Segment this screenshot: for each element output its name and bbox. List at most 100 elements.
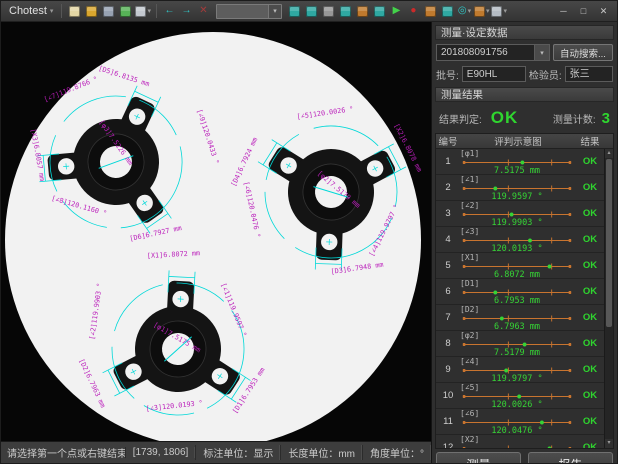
camera-icon (357, 6, 368, 17)
maximize-button[interactable]: □ (575, 4, 592, 19)
row-diagram: [φ2]7.5179 mm (460, 331, 576, 356)
open-folder-icon[interactable] (84, 4, 99, 19)
import-icon[interactable] (101, 4, 116, 19)
undo-arrow-icon[interactable]: ← (162, 4, 177, 19)
layout-icon[interactable]: ▾ (474, 4, 490, 19)
record-icon: ● (410, 6, 416, 16)
status-message: 请选择第一个点或右键结束 (1, 445, 125, 460)
row-diagram: [∠3]120.0193 ° (460, 227, 576, 252)
result-section-header: 测量结果 (435, 87, 614, 102)
table-row[interactable]: 9[∠4]119.9797 °OK (436, 357, 613, 383)
row-number: 9 (436, 357, 460, 382)
row-number: 6 (436, 279, 460, 304)
result-badge: OK (576, 357, 604, 382)
result-badge: OK (576, 305, 604, 330)
app-menu[interactable]: Chotest▾ (6, 4, 56, 18)
measure-button[interactable]: 测量 (436, 452, 521, 464)
table-row[interactable]: 10[∠5]120.0026 °OK (436, 383, 613, 409)
table-row[interactable]: 7[D2]6.7963 mmOK (436, 305, 613, 331)
circle-tool-icon[interactable]: ◎▾ (457, 4, 472, 19)
chevron-down-icon: ▾ (486, 8, 490, 15)
inspector-input[interactable]: 张三 (565, 66, 613, 82)
chevron-down-icon: ▾ (147, 8, 151, 15)
table-row[interactable]: 8[φ2]7.5179 mmOK (436, 331, 613, 357)
length-unit-status: 长度单位：mm (280, 445, 362, 460)
table-row[interactable]: 6[D1]6.7953 mmOK (436, 279, 613, 305)
measurement-value: 120.0476 ° (460, 427, 574, 435)
report-button[interactable]: 报告 (528, 452, 613, 464)
scrollbar-thumb[interactable] (606, 159, 612, 327)
image-icon[interactable] (287, 4, 302, 19)
edit-program-icon[interactable] (118, 4, 133, 19)
pick-point-icon (425, 6, 436, 17)
measured-value-marker (528, 239, 532, 243)
save-icon (135, 6, 146, 17)
toolbar-separator (61, 4, 62, 18)
chevron-down-icon[interactable]: ▾ (268, 5, 281, 18)
row-diagram: [∠6] 120.0476 ° (460, 409, 576, 434)
scroll-up-icon[interactable]: ▴ (605, 149, 613, 158)
row-number: 11 (436, 409, 460, 434)
table-row[interactable]: 4[∠3]120.0193 °OK (436, 227, 613, 253)
row-diagram: [∠2] 119.9903 ° (460, 201, 576, 226)
camera-icon[interactable] (355, 4, 370, 19)
image-icon (289, 6, 300, 17)
window-controls: ─□✕ (555, 4, 612, 19)
batch-input[interactable]: E90HL (462, 66, 526, 82)
result-badge: OK (576, 227, 604, 252)
chevron-down-icon: ▾ (50, 7, 54, 15)
measurement-name: [∠6] (460, 410, 574, 418)
scroll-down-icon[interactable]: ▾ (605, 439, 613, 448)
grid-icon (323, 6, 334, 17)
chevron-down-icon[interactable]: ▾ (534, 45, 549, 60)
cursor-coordinates: [1739, 1806] (125, 447, 196, 458)
table-scrollbar[interactable]: ▴ ▾ (604, 149, 613, 448)
measurement-value: 120.0026 ° (460, 401, 574, 409)
measurement-name: [∠5] (460, 384, 574, 392)
dataset-select[interactable]: 201808091756 ▾ (436, 44, 550, 61)
new-doc-icon[interactable] (67, 4, 82, 19)
panels-icon (374, 6, 385, 17)
select-tool-icon[interactable] (440, 4, 455, 19)
table-row[interactable]: 11[∠6]120.0476 °OK (436, 409, 613, 435)
play-icon[interactable]: ▶ (389, 4, 404, 19)
batch-label: 批号: (436, 67, 459, 82)
measured-value-marker (540, 421, 544, 425)
table-row[interactable]: 2[∠1]119.9597 °OK (436, 175, 613, 201)
measured-value-marker (504, 369, 508, 373)
judge-row: 结果判定: OK 测量计数: 3 (435, 105, 614, 133)
save-icon[interactable]: ▾ (135, 4, 151, 19)
measurement-canvas[interactable]: [D5]6.8135 mm[∠7]119.8766 °[∠9]120.0433 … (1, 22, 431, 441)
measured-value-marker (521, 161, 525, 165)
auto-search-button[interactable]: 自动搜索... (553, 44, 613, 61)
magnifier-icon[interactable] (304, 4, 319, 19)
redo-arrow-icon[interactable]: → (179, 4, 194, 19)
count-value: 3 (602, 110, 610, 127)
identity-row: 批号: E90HL 检验员: 张三 (436, 66, 613, 82)
close-button[interactable]: ✕ (595, 4, 612, 19)
select-tool-icon (442, 6, 453, 17)
measurement-name: [∠2] (460, 202, 574, 210)
minimize-button[interactable]: ─ (555, 4, 572, 19)
result-badge: OK (576, 201, 604, 226)
measured-value-marker (523, 343, 527, 347)
table-header: 编号 评判示意图 结果 (436, 134, 613, 149)
table-row[interactable]: 12[X2]OK (436, 435, 613, 449)
export-icon[interactable]: ▾ (491, 4, 507, 19)
measurement-value: 119.9903 ° (460, 219, 574, 227)
row-diagram: [X1]6.8072 mm (460, 253, 576, 278)
new-doc-icon (69, 6, 80, 17)
delete-icon[interactable]: ✕ (196, 4, 211, 19)
measurement-name: [D1] (460, 280, 574, 288)
result-badge: OK (576, 383, 604, 408)
pick-point-icon[interactable] (423, 4, 438, 19)
monitor-icon[interactable] (338, 4, 353, 19)
panels-icon[interactable] (372, 4, 387, 19)
zoom-combo[interactable]: ▾ (216, 4, 282, 19)
row-diagram: [φ1]7.5175 mm (460, 149, 576, 174)
record-icon[interactable]: ● (406, 4, 421, 19)
table-row[interactable]: 3[∠2]119.9903 °OK (436, 201, 613, 227)
grid-icon[interactable] (321, 4, 336, 19)
table-row[interactable]: 5[X1]6.8072 mmOK (436, 253, 613, 279)
table-row[interactable]: 1[φ1]7.5175 mmOK (436, 149, 613, 175)
